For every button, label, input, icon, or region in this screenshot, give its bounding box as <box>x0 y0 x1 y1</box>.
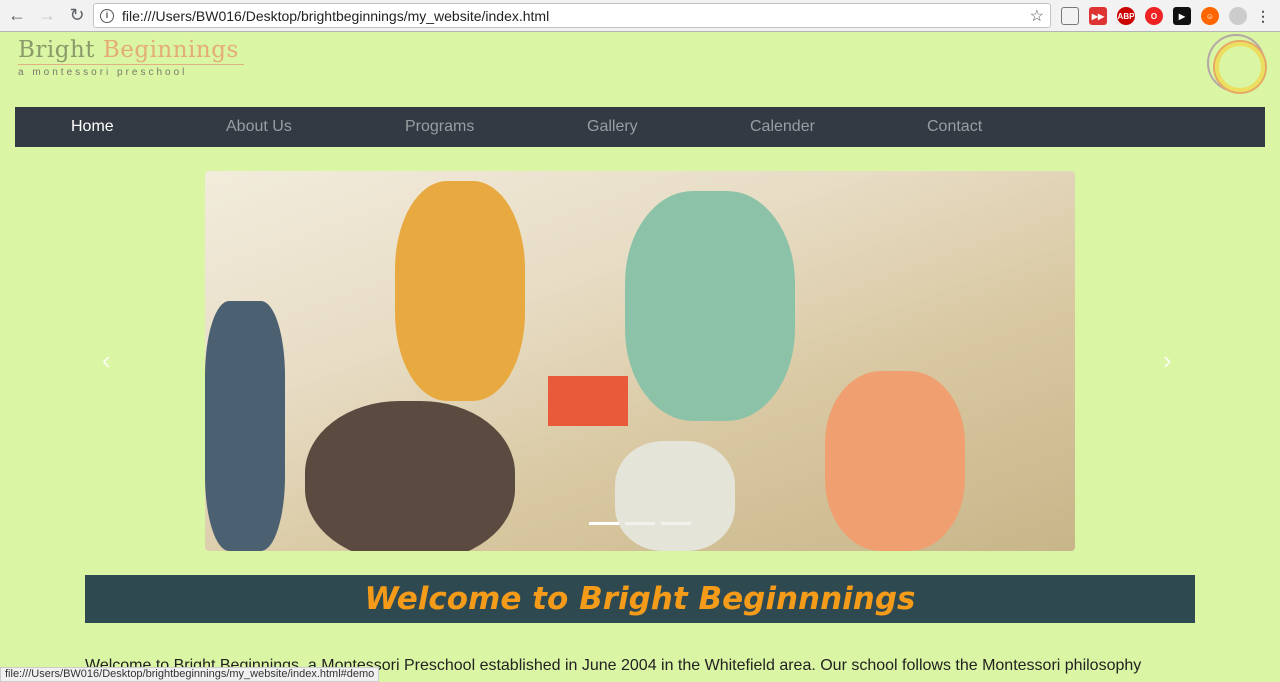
logo-word-beginnings: Beginnings <box>102 37 239 63</box>
address-bar[interactable]: i file:///Users/BW016/Desktop/brightbegi… <box>93 3 1051 28</box>
cast-icon[interactable] <box>1061 7 1079 25</box>
extension-circle-icon[interactable] <box>1229 7 1247 25</box>
info-icon[interactable]: i <box>100 8 114 23</box>
photo-figure <box>625 191 795 421</box>
reload-icon[interactable]: ↻ <box>64 5 90 26</box>
url-text: file:///Users/BW016/Desktop/brightbeginn… <box>122 7 550 24</box>
forward-icon[interactable]: → <box>34 5 60 26</box>
photo-figure <box>305 401 515 551</box>
photo-figure <box>205 301 285 551</box>
welcome-title: Welcome to Bright Beginnnings <box>364 581 916 617</box>
logo-tagline: a montessori preschool <box>18 67 188 78</box>
nav-programs[interactable]: Programs <box>405 118 474 136</box>
carousel-next-icon[interactable]: › <box>1163 345 1172 376</box>
browser-toolbar: ← → ↻ i file:///Users/BW016/Desktop/brig… <box>0 0 1280 32</box>
carousel-indicator[interactable] <box>589 522 619 525</box>
nav-gallery[interactable]: Gallery <box>587 118 638 136</box>
hola-icon[interactable]: ☺ <box>1201 7 1219 25</box>
photo-figure <box>825 371 965 551</box>
nav-home[interactable]: Home <box>71 118 114 136</box>
menu-icon[interactable]: ⋮ <box>1254 7 1272 25</box>
opera-icon[interactable]: O <box>1145 7 1163 25</box>
photo-figure <box>395 181 525 401</box>
carousel-indicator[interactable] <box>625 522 655 525</box>
logo-circle-icon <box>1207 34 1265 92</box>
nav-calender[interactable]: Calender <box>750 118 815 136</box>
status-bar: file:///Users/BW016/Desktop/brightbeginn… <box>0 667 380 682</box>
nav-about-us[interactable]: About Us <box>226 118 292 136</box>
photo-box <box>548 376 628 426</box>
site-logo[interactable]: Bright Beginnings a montessori preschool <box>18 37 244 78</box>
logo-word-bright: Bright <box>18 37 96 63</box>
nav-contact[interactable]: Contact <box>927 118 982 136</box>
main-nav: Home About Us Programs Gallery Calender … <box>15 107 1265 147</box>
adblock-icon[interactable]: ABP <box>1117 7 1135 25</box>
welcome-banner: Welcome to Bright Beginnnings <box>85 575 1195 623</box>
extension-forward-icon[interactable]: ▶▶ <box>1089 7 1107 25</box>
back-icon[interactable]: ← <box>4 5 30 26</box>
youtube-icon[interactable]: ▶ <box>1173 7 1191 25</box>
carousel-indicator[interactable] <box>661 522 691 525</box>
photo-figure <box>615 441 735 551</box>
bookmark-star-icon[interactable]: ☆ <box>1030 6 1044 26</box>
carousel-prev-icon[interactable]: ‹ <box>102 345 111 376</box>
carousel-image <box>205 171 1075 551</box>
